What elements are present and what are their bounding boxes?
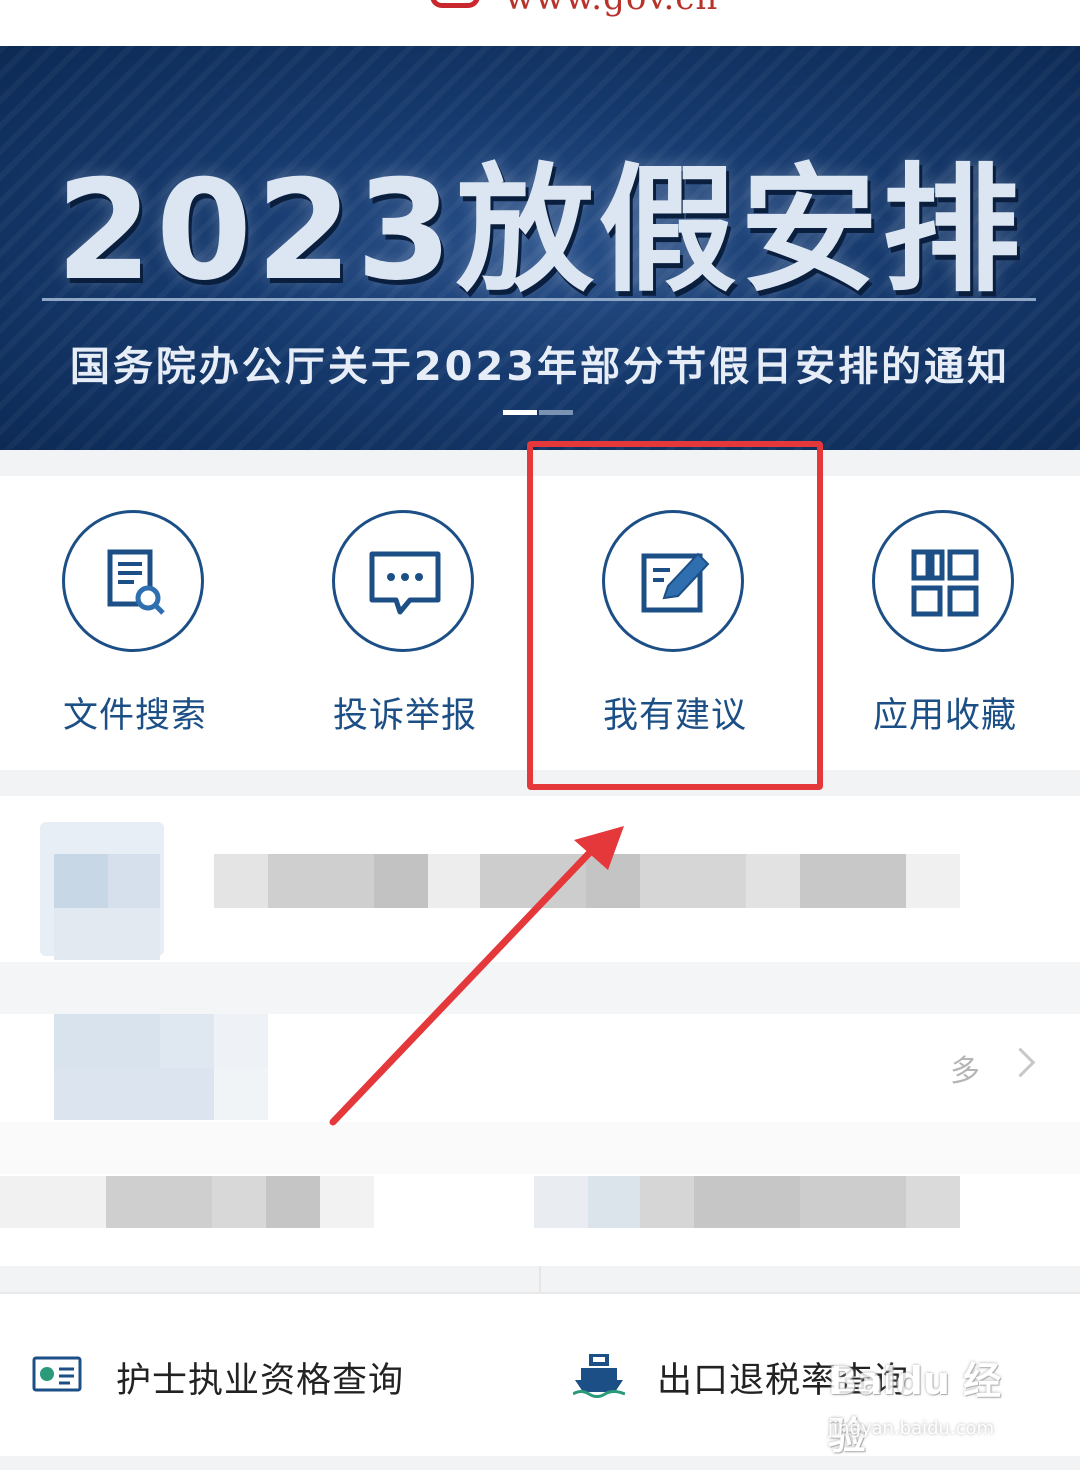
baidu-jingyan-watermark: Baidu 经验 jingyan.baidu.com: [828, 1350, 1038, 1458]
annotation-arrow-icon: [329, 826, 624, 1126]
watermark-sub: jingyan.baidu.com: [828, 1418, 995, 1439]
watermark-main: Baidu 经验: [828, 1359, 1002, 1458]
